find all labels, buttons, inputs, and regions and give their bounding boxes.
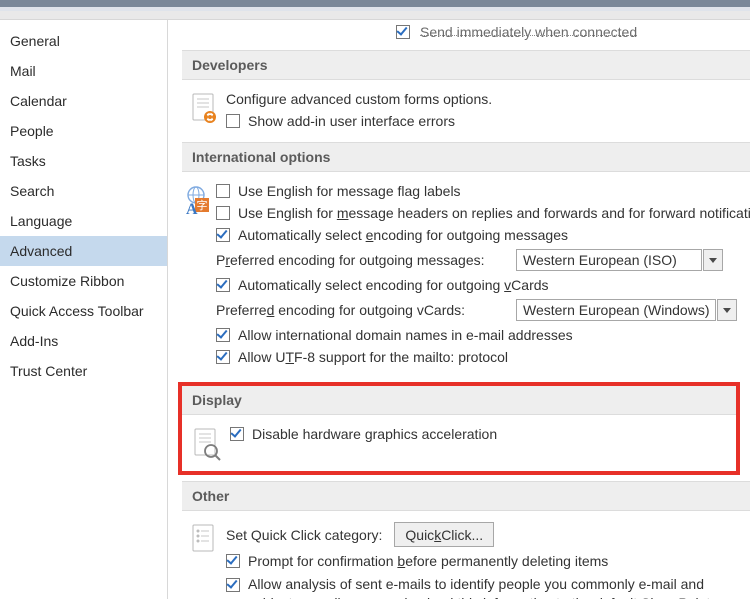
- sidebar-item-label: People: [10, 123, 54, 139]
- auto-encoding-vcards-label: Automatically select encoding for outgoi…: [238, 277, 549, 293]
- sidebar-item-people[interactable]: People: [0, 116, 167, 146]
- preferred-encoding-messages-row: Preferred encoding for outgoing messages…: [216, 246, 750, 274]
- disable-hw-accel-row: Disable hardware graphics acceleration: [230, 423, 736, 445]
- section-body-display: Disable hardware graphics acceleration: [182, 415, 736, 471]
- section-header-international: International options: [182, 142, 750, 172]
- allow-analysis-checkbox[interactable]: [226, 578, 240, 592]
- sidebar-item-label: Advanced: [10, 243, 72, 259]
- allow-idn-label: Allow international domain names in e-ma…: [238, 327, 573, 343]
- sidebar-item-quick-access-toolbar[interactable]: Quick Access Toolbar: [0, 296, 167, 326]
- preferred-encoding-vcards-row: Preferred encoding for outgoing vCards: …: [216, 296, 750, 324]
- allow-idn-row: Allow international domain names in e-ma…: [216, 324, 750, 346]
- display-icon: [182, 423, 230, 461]
- sidebar-item-label: Add-Ins: [10, 333, 58, 349]
- sidebar-item-label: Customize Ribbon: [10, 273, 124, 289]
- sidebar-item-language[interactable]: Language: [0, 206, 167, 236]
- sidebar-item-label: Mail: [10, 63, 36, 79]
- prompt-before-delete-label: Prompt for confirmation before permanent…: [248, 553, 608, 569]
- english-flag-labels-row: Use English for message flag labels: [216, 180, 750, 202]
- english-flag-labels-checkbox[interactable]: [216, 184, 230, 198]
- preferred-encoding-vcards-value: Western European (Windows): [523, 302, 709, 318]
- prompt-before-delete-checkbox[interactable]: [226, 554, 240, 568]
- options-sidebar: General Mail Calendar People Tasks Searc…: [0, 20, 168, 599]
- section-header-other: Other: [182, 481, 750, 511]
- international-icon: 字 A: [182, 180, 216, 368]
- send-immediately-checkbox[interactable]: [396, 25, 410, 39]
- quick-click-button[interactable]: Quick Click...: [394, 522, 494, 547]
- other-icon: [182, 519, 226, 599]
- quick-click-row: Set Quick Click category: Quick Click...: [226, 519, 750, 550]
- allow-utf8-label: Allow UTF-8 support for the mailto: prot…: [238, 349, 508, 365]
- quick-click-label: Set Quick Click category:: [226, 527, 382, 543]
- sidebar-item-add-ins[interactable]: Add-Ins: [0, 326, 167, 356]
- sidebar-item-tasks[interactable]: Tasks: [0, 146, 167, 176]
- show-addin-errors-label: Show add-in user interface errors: [248, 113, 455, 129]
- sidebar-item-mail[interactable]: Mail: [0, 56, 167, 86]
- sidebar-item-search[interactable]: Search: [0, 176, 167, 206]
- sidebar-item-label: Search: [10, 183, 54, 199]
- allow-analysis-label: Allow analysis of sent e-mails to identi…: [248, 575, 750, 599]
- sidebar-item-label: Language: [10, 213, 72, 229]
- developers-icon: [182, 88, 226, 132]
- sidebar-item-label: General: [10, 33, 60, 49]
- auto-encoding-messages-row: Automatically select encoding for outgoi…: [216, 224, 750, 246]
- section-body-international: 字 A Use English for message flag labels …: [168, 172, 750, 378]
- auto-encoding-messages-checkbox[interactable]: [216, 228, 230, 242]
- sidebar-item-customize-ribbon[interactable]: Customize Ribbon: [0, 266, 167, 296]
- chevron-down-icon[interactable]: [703, 249, 723, 271]
- sidebar-item-label: Quick Access Toolbar: [10, 303, 144, 319]
- preferred-encoding-messages-select[interactable]: Western European (ISO): [516, 249, 702, 271]
- auto-encoding-messages-label: Automatically select encoding for outgoi…: [238, 227, 568, 243]
- section-body-developers: Configure advanced custom forms options.…: [168, 80, 750, 142]
- developers-config-text: Configure advanced custom forms options.: [226, 88, 750, 110]
- english-message-headers-checkbox[interactable]: [216, 206, 230, 220]
- allow-analysis-row: Allow analysis of sent e-mails to identi…: [226, 572, 750, 599]
- show-addin-errors-row: Show add-in user interface errors: [226, 110, 750, 132]
- preferred-encoding-messages-value: Western European (ISO): [523, 252, 677, 268]
- options-content: Send immediately when connected Develope…: [168, 20, 750, 599]
- preferred-encoding-vcards-label: Preferred encoding for outgoing vCards:: [216, 302, 504, 318]
- english-flag-labels-label: Use English for message flag labels: [238, 183, 461, 199]
- sidebar-item-label: Tasks: [10, 153, 46, 169]
- preferred-encoding-messages-label: Preferred encoding for outgoing messages…: [216, 252, 504, 268]
- auto-encoding-vcards-checkbox[interactable]: [216, 278, 230, 292]
- english-message-headers-row: Use English for message headers on repli…: [216, 202, 750, 224]
- section-header-developers: Developers: [182, 50, 750, 80]
- svg-text:A: A: [186, 201, 198, 218]
- sidebar-item-label: Trust Center: [10, 363, 87, 379]
- send-immediately-label: Send immediately when connected: [420, 24, 637, 40]
- send-immediately-row: Send immediately when connected: [396, 24, 750, 40]
- sidebar-item-calendar[interactable]: Calendar: [0, 86, 167, 116]
- sidebar-item-advanced[interactable]: Advanced: [0, 236, 167, 266]
- section-header-display: Display: [182, 386, 736, 415]
- window-chrome: [0, 0, 750, 20]
- english-message-headers-label: Use English for message headers on repli…: [238, 205, 750, 221]
- disable-hw-accel-checkbox[interactable]: [230, 427, 244, 441]
- sidebar-item-label: Calendar: [10, 93, 67, 109]
- sidebar-item-trust-center[interactable]: Trust Center: [0, 356, 167, 386]
- show-addin-errors-checkbox[interactable]: [226, 114, 240, 128]
- allow-utf8-checkbox[interactable]: [216, 350, 230, 364]
- allow-idn-checkbox[interactable]: [216, 328, 230, 342]
- prompt-before-delete-row: Prompt for confirmation before permanent…: [226, 550, 750, 572]
- chevron-down-icon[interactable]: [717, 299, 737, 321]
- disable-hw-accel-label: Disable hardware graphics acceleration: [252, 426, 497, 442]
- section-body-other: Set Quick Click category: Quick Click...…: [168, 511, 750, 599]
- sidebar-item-general[interactable]: General: [0, 26, 167, 56]
- display-section-highlight: Display Disable hardware graph: [178, 382, 740, 475]
- preferred-encoding-vcards-select[interactable]: Western European (Windows): [516, 299, 716, 321]
- auto-encoding-vcards-row: Automatically select encoding for outgoi…: [216, 274, 750, 296]
- allow-utf8-row: Allow UTF-8 support for the mailto: prot…: [216, 346, 750, 368]
- svg-text:字: 字: [197, 198, 208, 212]
